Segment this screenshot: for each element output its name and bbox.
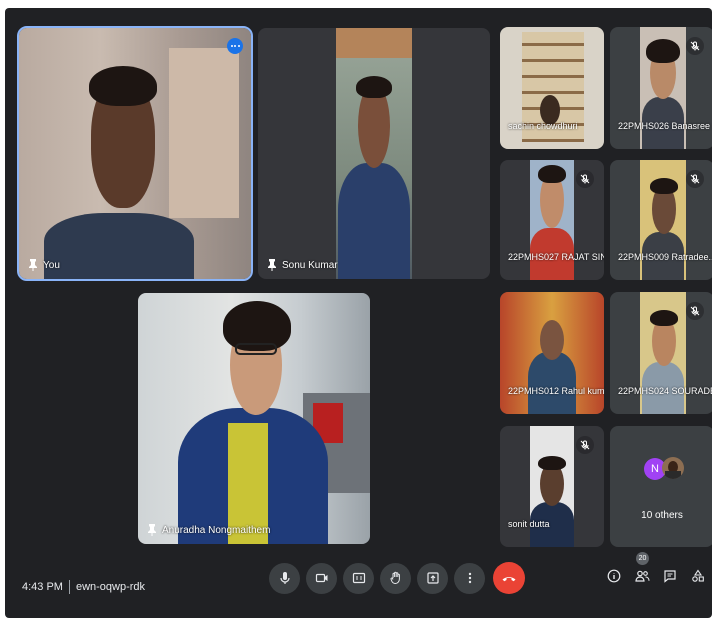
participant-tile-banasree[interactable]: 22PMHS026 Banasree ... [610,27,712,149]
meeting-details: 4:43 PM ewn-oqwp-rdk [22,580,145,594]
captions-button[interactable] [343,562,374,594]
mic-off-icon [686,302,704,320]
video-feed [19,28,251,279]
present-button[interactable] [417,562,448,594]
participant-name: 22PMHS026 Banasree ... [618,121,712,131]
side-controls: 20 [606,552,706,584]
participant-tile-sachin-chowdhuri[interactable]: sachin chowdhuri [500,27,604,149]
meeting-info-button[interactable] [606,568,622,584]
chat-icon [664,570,676,583]
participant-tile-sonit-dutta[interactable]: sonit dutta [500,426,604,547]
present-icon [426,572,439,584]
info-icon [607,569,621,583]
others-avatar-photo [662,457,684,479]
chat-button[interactable] [662,568,678,584]
mic-off-icon [686,170,704,188]
participant-name: Sonu Kumar [282,259,338,271]
end-call-icon [502,577,516,582]
participant-tile-rajat[interactable]: 22PMHS027 RAJAT SIN... [500,160,604,280]
activities-button[interactable] [690,568,706,584]
captions-icon [352,572,365,584]
mic-off-icon [686,37,704,55]
participant-tile-you[interactable]: You [17,26,253,281]
end-call-button[interactable] [493,562,525,594]
participant-name: 22PMHS027 RAJAT SIN... [508,252,604,262]
participant-name: Anuradha Nongmaithem [162,524,271,536]
more-options-button[interactable] [454,562,485,594]
pin-icon[interactable] [268,259,276,271]
camera-button[interactable] [306,562,337,594]
tile-options-button[interactable] [227,38,243,54]
pin-icon[interactable] [148,524,156,536]
participant-tile-rahul-kumar[interactable]: 22PMHS012 Rahul kumar [500,292,604,414]
meeting-time: 4:43 PM [22,581,63,593]
video-feed [336,28,412,279]
microphone-button[interactable] [269,562,300,594]
video-feed [138,293,370,544]
participant-name: You [43,259,60,271]
video-feed [530,160,574,280]
participant-name: 22PMHS012 Rahul kumar [508,386,604,396]
others-label: 10 others [641,510,683,521]
raise-hand-button[interactable] [380,562,411,594]
divider [68,580,70,594]
activities-icon [692,569,704,582]
camera-icon [315,573,327,583]
participant-name: 22PMHS024 SOURADE... [618,386,712,396]
others-tile[interactable]: N 10 others [610,426,712,547]
participant-name: sachin chowdhuri [508,121,578,131]
people-button[interactable]: 20 [634,552,650,584]
participant-tile-sonu-kumar[interactable]: Sonu Kumar [258,28,490,279]
participant-name: sonit dutta [508,519,550,529]
meeting-window: You Sonu Kumar Anuradha Nongmaithem sach… [5,8,712,618]
more-options-icon [468,572,471,584]
call-controls [269,562,525,594]
people-icon [634,570,650,582]
participant-tile-ratradee[interactable]: 22PMHS009 Ratradee... [610,160,712,280]
participant-tile-sourade[interactable]: 22PMHS024 SOURADE... [610,292,712,414]
mic-off-icon [576,170,594,188]
participant-tile-anuradha-nongmaithem[interactable]: Anuradha Nongmaithem [138,293,370,544]
meeting-toolbar: 4:43 PM ewn-oqwp-rdk 20 [5,546,712,618]
meeting-code: ewn-oqwp-rdk [75,581,146,593]
raise-hand-icon [390,571,400,585]
pin-icon[interactable] [29,259,37,271]
video-feed [640,160,686,280]
participant-name: 22PMHS009 Ratradee... [618,252,712,262]
participant-count-badge: 20 [636,552,649,565]
microphone-icon [279,572,290,584]
mic-off-icon [576,436,594,454]
